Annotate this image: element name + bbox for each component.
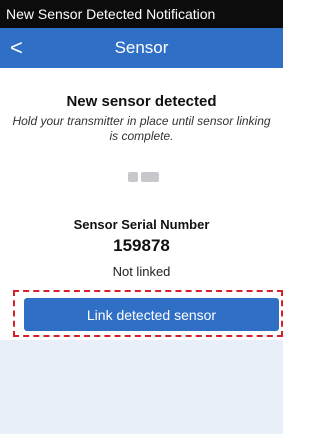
- screen-caption: New Sensor Detected Notification: [0, 0, 283, 28]
- linking-instructions: Hold your transmitter in place until sen…: [12, 114, 271, 143]
- sensor-indicator-part-right: [141, 172, 159, 182]
- detected-headline: New sensor detected: [66, 93, 217, 110]
- empty-lower-panel: [0, 340, 283, 434]
- link-status-text: Not linked: [112, 264, 171, 279]
- nav-bar: < Sensor: [0, 28, 283, 68]
- serial-number-label: Sensor Serial Number: [73, 217, 210, 232]
- button-highlight-outline: [13, 290, 283, 337]
- page-title: Sensor: [114, 38, 169, 57]
- serial-number-value: 159878: [113, 236, 170, 255]
- sensor-indicator-part-left: [128, 172, 138, 182]
